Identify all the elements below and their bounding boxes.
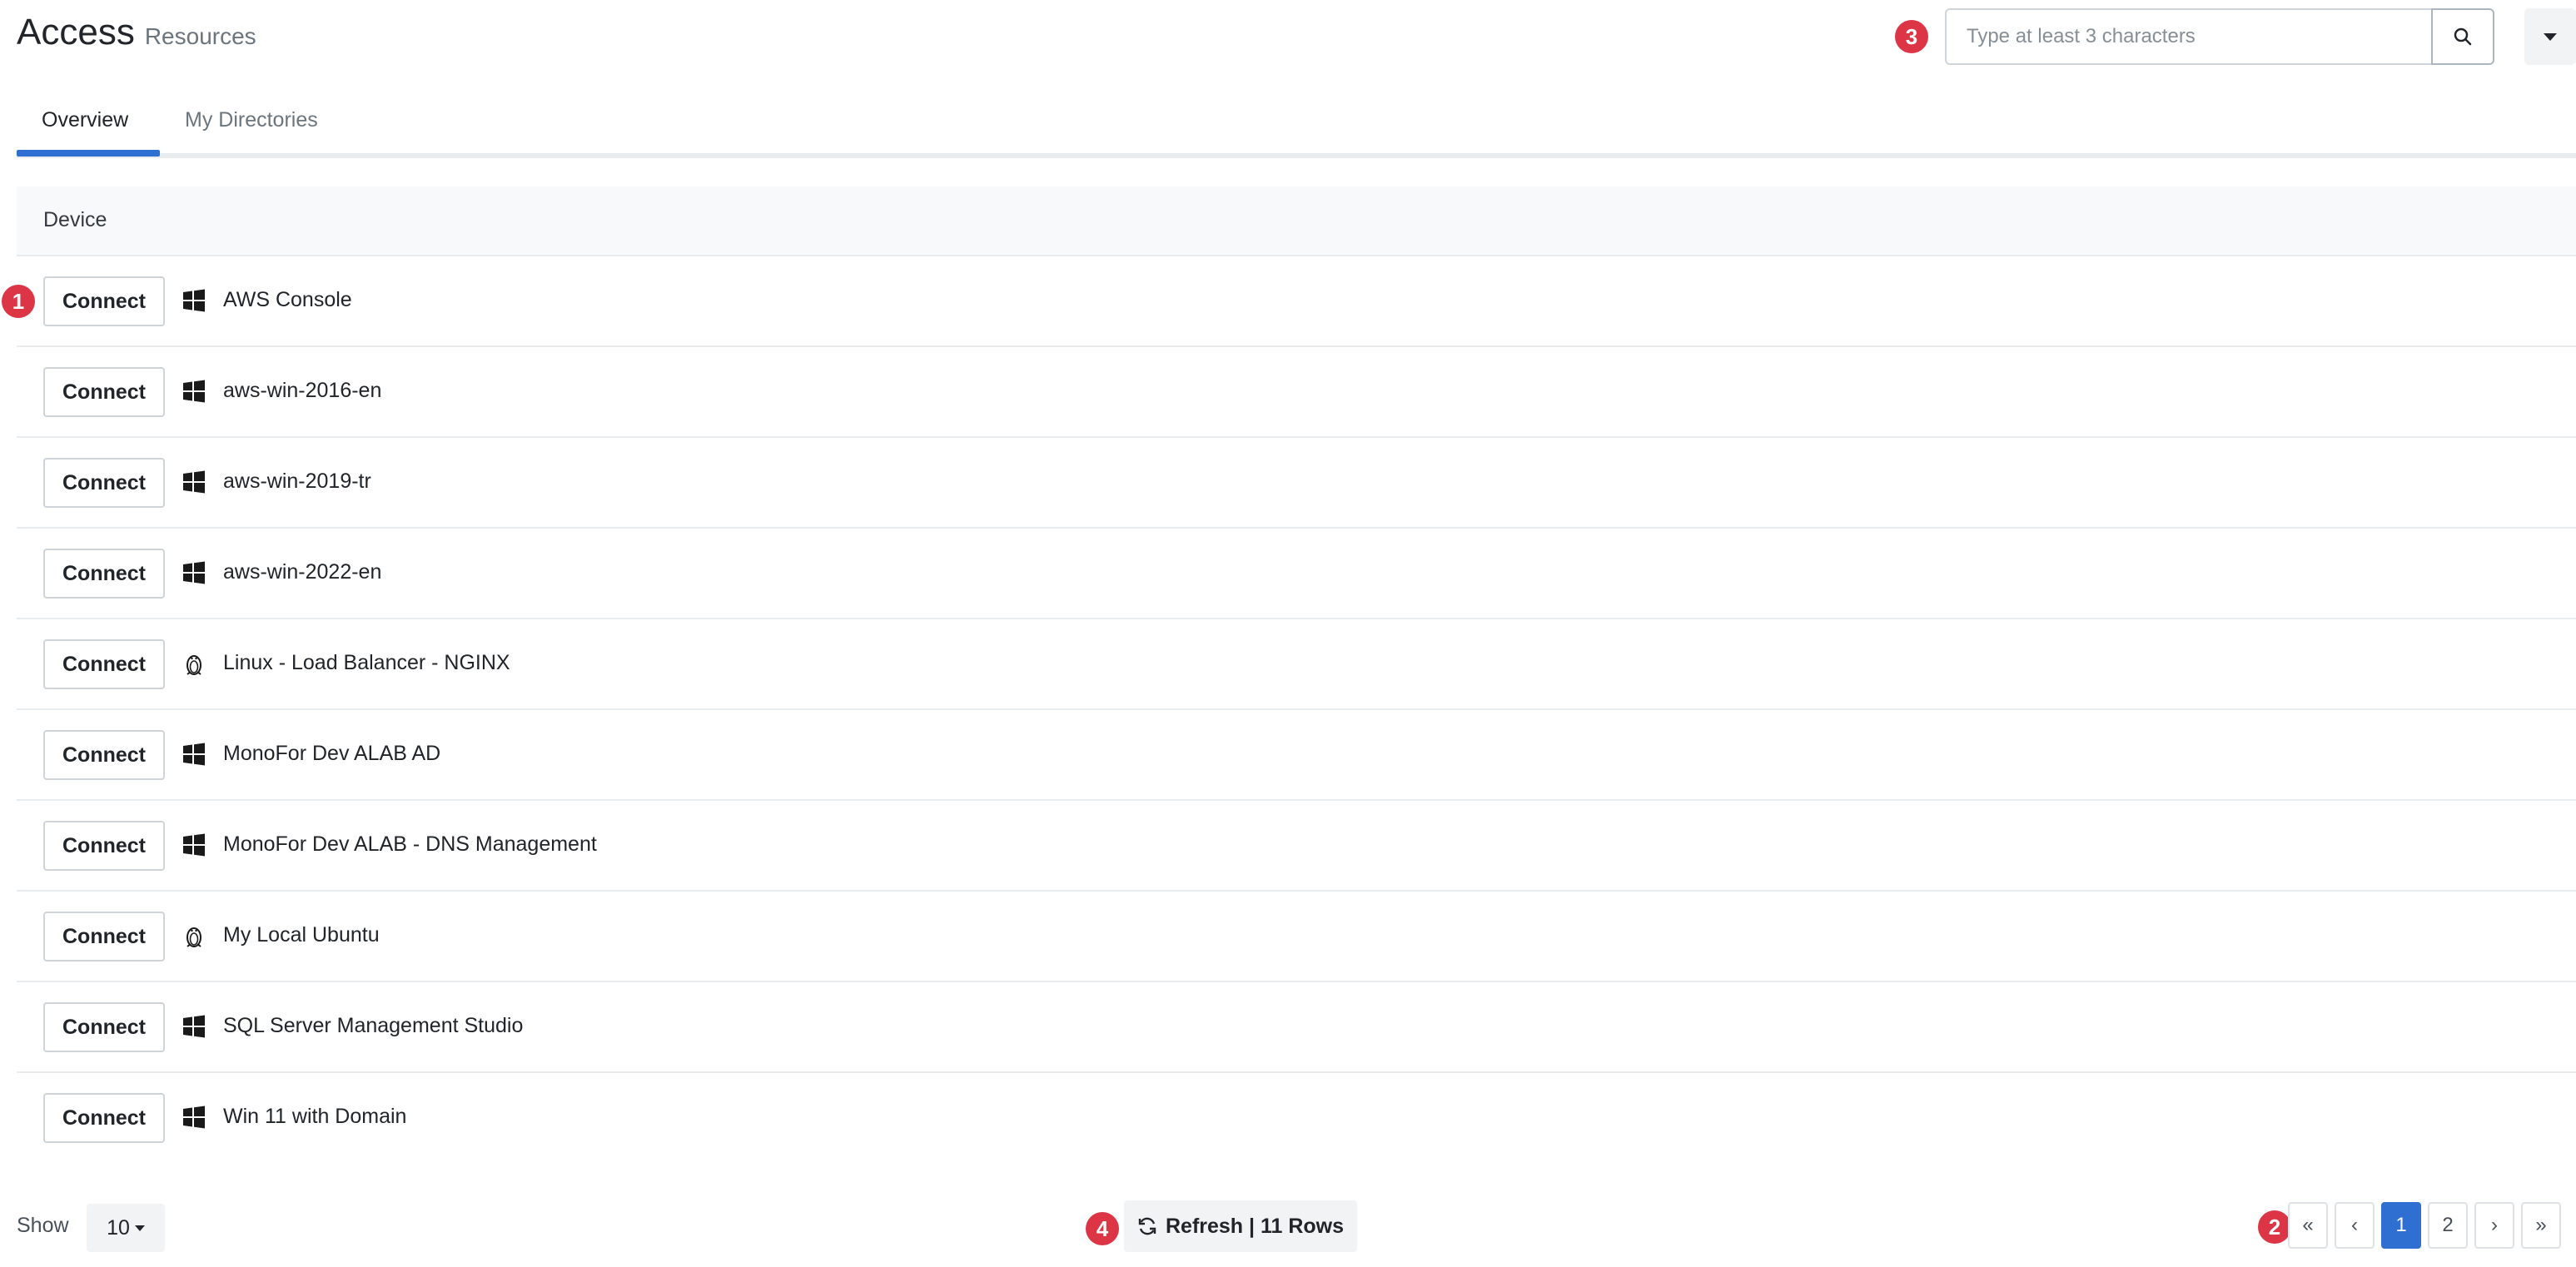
table-row: Connect aws-win-2019-tr [17, 438, 2576, 529]
chevron-down-icon [134, 1225, 145, 1231]
connect-button[interactable]: Connect [43, 730, 165, 780]
windows-icon [183, 561, 205, 584]
refresh-icon [1138, 1217, 1156, 1235]
page-size-select[interactable]: 10 [87, 1204, 165, 1252]
page-button-2[interactable]: 2 [2428, 1202, 2468, 1249]
annotation-badge-4: 4 [1086, 1212, 1119, 1245]
windows-icon [183, 1015, 205, 1038]
connect-button[interactable]: Connect [43, 458, 165, 508]
chevron-down-icon [2544, 32, 2557, 41]
search-icon [2454, 27, 2472, 46]
table-row: Connect My Local Ubuntu [17, 892, 2576, 982]
options-dropdown-button[interactable] [2524, 8, 2576, 65]
table-row: Connect aws-win-2022-en [17, 529, 2576, 619]
page-subtitle: Resources [144, 23, 256, 49]
connect-button[interactable]: Connect [43, 367, 165, 417]
search-input[interactable] [1945, 8, 2431, 65]
page-size-label: Show [17, 1214, 69, 1237]
annotation-badge-2: 2 [2258, 1210, 2291, 1244]
page-button-1[interactable]: 1 [2381, 1202, 2421, 1249]
search-group [1945, 8, 2494, 65]
pagination: « ‹ 1 2 › » [2288, 1202, 2561, 1249]
windows-icon [183, 289, 205, 312]
windows-icon [183, 1106, 205, 1129]
tab-my-directories[interactable]: My Directories [185, 108, 318, 132]
refresh-label: Refresh | 11 Rows [1165, 1214, 1345, 1238]
page-last-button[interactable]: » [2521, 1202, 2561, 1249]
connect-button[interactable]: Connect [43, 1093, 165, 1143]
table-row: Connect SQL Server Management Studio [17, 982, 2576, 1073]
page-first-button[interactable]: « [2288, 1202, 2328, 1249]
device-name: AWS Console [223, 288, 352, 311]
table-row: Connect Win 11 with Domain [17, 1073, 2576, 1164]
device-name: Win 11 with Domain [223, 1105, 407, 1128]
table-header: Device [17, 186, 2576, 256]
connect-button[interactable]: Connect [43, 639, 165, 689]
device-name: aws-win-2019-tr [223, 470, 371, 493]
windows-icon [183, 470, 205, 494]
table-row: Connect MonoFor Dev ALAB AD [17, 710, 2576, 801]
device-name: Linux - Load Balancer - NGINX [223, 651, 510, 674]
windows-icon [183, 743, 205, 766]
tab-overview[interactable]: Overview [42, 108, 128, 132]
device-name: My Local Ubuntu [223, 923, 380, 947]
device-name: aws-win-2016-en [223, 379, 382, 402]
page-header: Access Resources [17, 12, 256, 53]
linux-icon [186, 655, 201, 675]
page-next-button[interactable]: › [2474, 1202, 2514, 1249]
active-tab-indicator [17, 150, 160, 157]
table-row: Connect MonoFor Dev ALAB - DNS Managemen… [17, 801, 2576, 892]
windows-icon [183, 833, 205, 857]
linux-icon [186, 927, 201, 947]
tab-bar: Overview My Directories [17, 92, 2576, 158]
page-prev-button[interactable]: ‹ [2335, 1202, 2375, 1249]
connect-button[interactable]: Connect [43, 276, 165, 326]
device-name: MonoFor Dev ALAB AD [223, 742, 441, 765]
table-row: Connect AWS Console [17, 256, 2576, 347]
connect-button[interactable]: Connect [43, 912, 165, 961]
page-size-value: 10 [107, 1215, 130, 1240]
connect-button[interactable]: Connect [43, 821, 165, 871]
search-button[interactable] [2431, 8, 2494, 65]
device-name: SQL Server Management Studio [223, 1014, 524, 1037]
device-name: MonoFor Dev ALAB - DNS Management [223, 832, 597, 856]
table-row: Connect Linux - Load Balancer - NGINX [17, 619, 2576, 710]
connect-button[interactable]: Connect [43, 1002, 165, 1052]
windows-icon [183, 380, 205, 403]
table-row: Connect aws-win-2016-en [17, 347, 2576, 438]
column-header-device: Device [43, 208, 107, 231]
refresh-button[interactable]: Refresh | 11 Rows [1124, 1200, 1357, 1252]
connect-button[interactable]: Connect [43, 549, 165, 599]
device-name: aws-win-2022-en [223, 560, 382, 584]
page-title: Access [17, 12, 135, 52]
annotation-badge-3: 3 [1895, 20, 1928, 53]
